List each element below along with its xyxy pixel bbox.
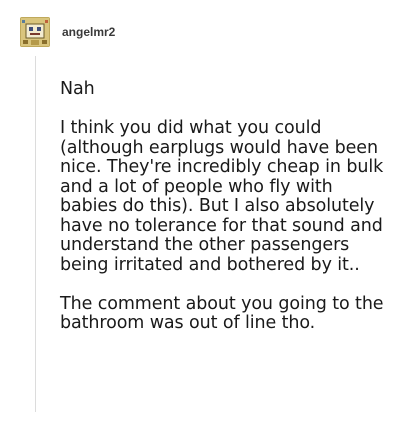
comment-card: angelmr2 Nah I think you did what you co…	[0, 0, 400, 429]
comment-paragraph: Nah	[60, 79, 95, 99]
comment-paragraph: I think you did what you could (although…	[60, 118, 384, 275]
comment-paragraph: The comment about you going to the bathr…	[60, 293, 384, 333]
comment-header: angelmr2	[20, 14, 115, 50]
avatar-icon	[20, 17, 50, 47]
comment-body: Nah I think you did what you could (alth…	[60, 79, 392, 334]
thread-line	[35, 56, 36, 412]
avatar[interactable]	[20, 17, 50, 47]
username[interactable]: angelmr2	[62, 25, 115, 39]
